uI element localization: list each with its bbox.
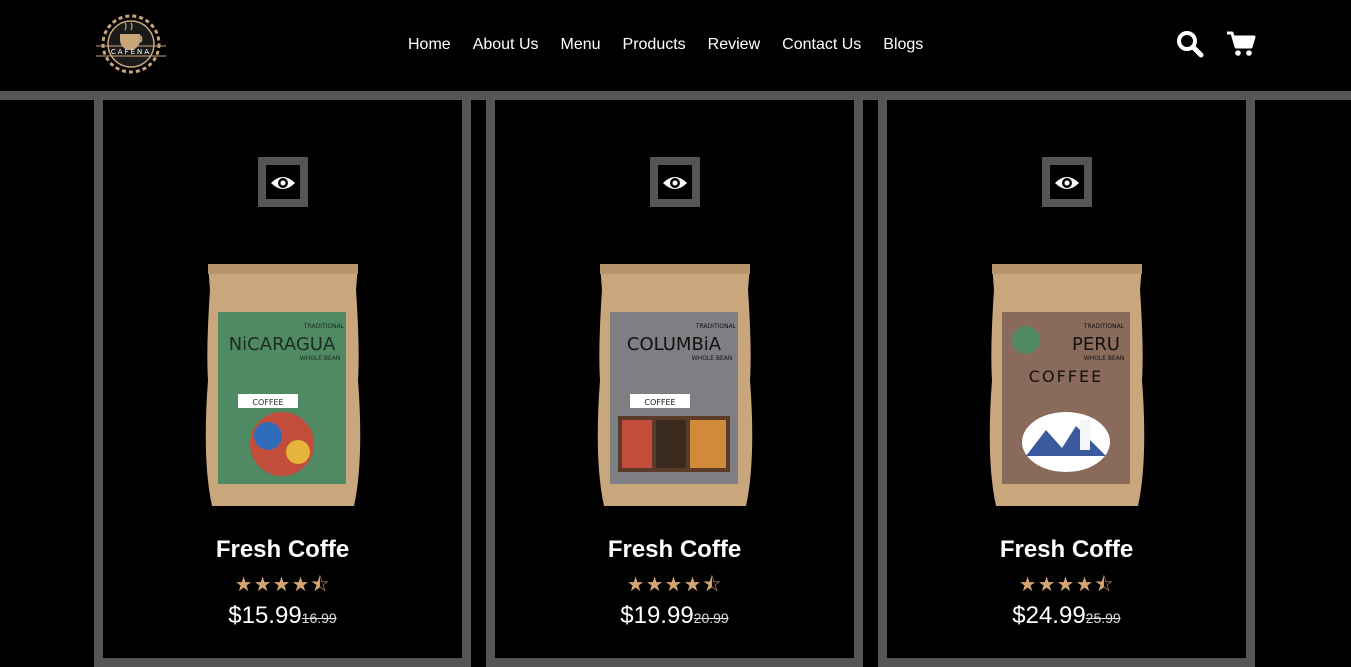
svg-text:TRADITIONAL: TRADITIONAL xyxy=(695,323,737,330)
nav-home[interactable]: Home xyxy=(397,34,462,56)
cafena-logo[interactable]: CAFENA xyxy=(92,12,170,76)
svg-text:COFFEE: COFFEE xyxy=(644,398,675,407)
nav-products[interactable]: Products xyxy=(612,34,697,56)
nav-contact-us[interactable]: Contact Us xyxy=(771,34,872,56)
quick-view-button[interactable] xyxy=(1042,157,1092,207)
product-image[interactable]: TRADITIONAL PERU WHOLE BEAN COFFEE xyxy=(986,260,1148,510)
product-image[interactable]: TRADITIONAL NiCARAGUA WHOLE BEAN COFFEE xyxy=(202,260,364,510)
svg-text:NiCARAGUA: NiCARAGUA xyxy=(229,334,336,355)
header-divider xyxy=(0,91,1351,100)
logo-text: CAFENA xyxy=(111,48,151,56)
svg-text:COFFEE: COFFEE xyxy=(1029,367,1103,386)
current-price: $24.99 xyxy=(1012,602,1086,629)
site-header: CAFENA Home About Us Menu Products Revie… xyxy=(0,0,1351,91)
eye-icon xyxy=(1054,174,1080,197)
star-rating: ★★★★⯪ xyxy=(626,574,723,596)
product-card: TRADITIONAL COLUMBiA WHOLE BEAN COFFEE F… xyxy=(486,100,863,667)
product-card: TRADITIONAL NiCARAGUA WHOLE BEAN COFFEE … xyxy=(94,100,471,667)
svg-text:COLUMBiA: COLUMBiA xyxy=(627,334,722,355)
nav-review[interactable]: Review xyxy=(697,34,771,56)
eye-icon xyxy=(270,174,296,197)
header-icons xyxy=(1176,30,1256,63)
cart-icon[interactable] xyxy=(1226,30,1256,63)
product-price: $15.9916.99 xyxy=(103,602,462,630)
current-price: $15.99 xyxy=(228,602,302,629)
svg-text:WHOLE BEAN: WHOLE BEAN xyxy=(1084,355,1125,362)
svg-text:WHOLE BEAN: WHOLE BEAN xyxy=(692,355,733,362)
star-rating: ★★★★⯪ xyxy=(1018,574,1115,596)
product-title: Fresh Coffe xyxy=(999,536,1134,563)
star-rating: ★★★★⯪ xyxy=(234,574,331,596)
nav-blogs[interactable]: Blogs xyxy=(872,34,934,56)
quick-view-button[interactable] xyxy=(258,157,308,207)
product-title: Fresh Coffe xyxy=(215,536,350,563)
quick-view-button[interactable] xyxy=(650,157,700,207)
svg-text:COFFEE: COFFEE xyxy=(252,398,283,407)
eye-icon xyxy=(662,174,688,197)
old-price: 20.99 xyxy=(693,610,729,626)
svg-text:WHOLE BEAN: WHOLE BEAN xyxy=(300,355,341,362)
main-nav: Home About Us Menu Products Review Conta… xyxy=(397,34,934,56)
product-title: Fresh Coffe xyxy=(607,536,742,563)
old-price: 25.99 xyxy=(1085,610,1121,626)
product-image[interactable]: TRADITIONAL COLUMBiA WHOLE BEAN COFFEE xyxy=(594,260,756,510)
nav-about-us[interactable]: About Us xyxy=(462,34,550,56)
product-price: $19.9920.99 xyxy=(495,602,854,630)
svg-text:TRADITIONAL: TRADITIONAL xyxy=(1083,323,1125,330)
search-icon[interactable] xyxy=(1176,30,1204,63)
product-price: $24.9925.99 xyxy=(887,602,1246,630)
nav-menu[interactable]: Menu xyxy=(550,34,612,56)
svg-text:PERU: PERU xyxy=(1072,334,1120,355)
product-card: TRADITIONAL PERU WHOLE BEAN COFFEE Fresh… xyxy=(878,100,1255,667)
svg-text:TRADITIONAL: TRADITIONAL xyxy=(303,323,345,330)
current-price: $19.99 xyxy=(620,602,694,629)
old-price: 16.99 xyxy=(301,610,337,626)
